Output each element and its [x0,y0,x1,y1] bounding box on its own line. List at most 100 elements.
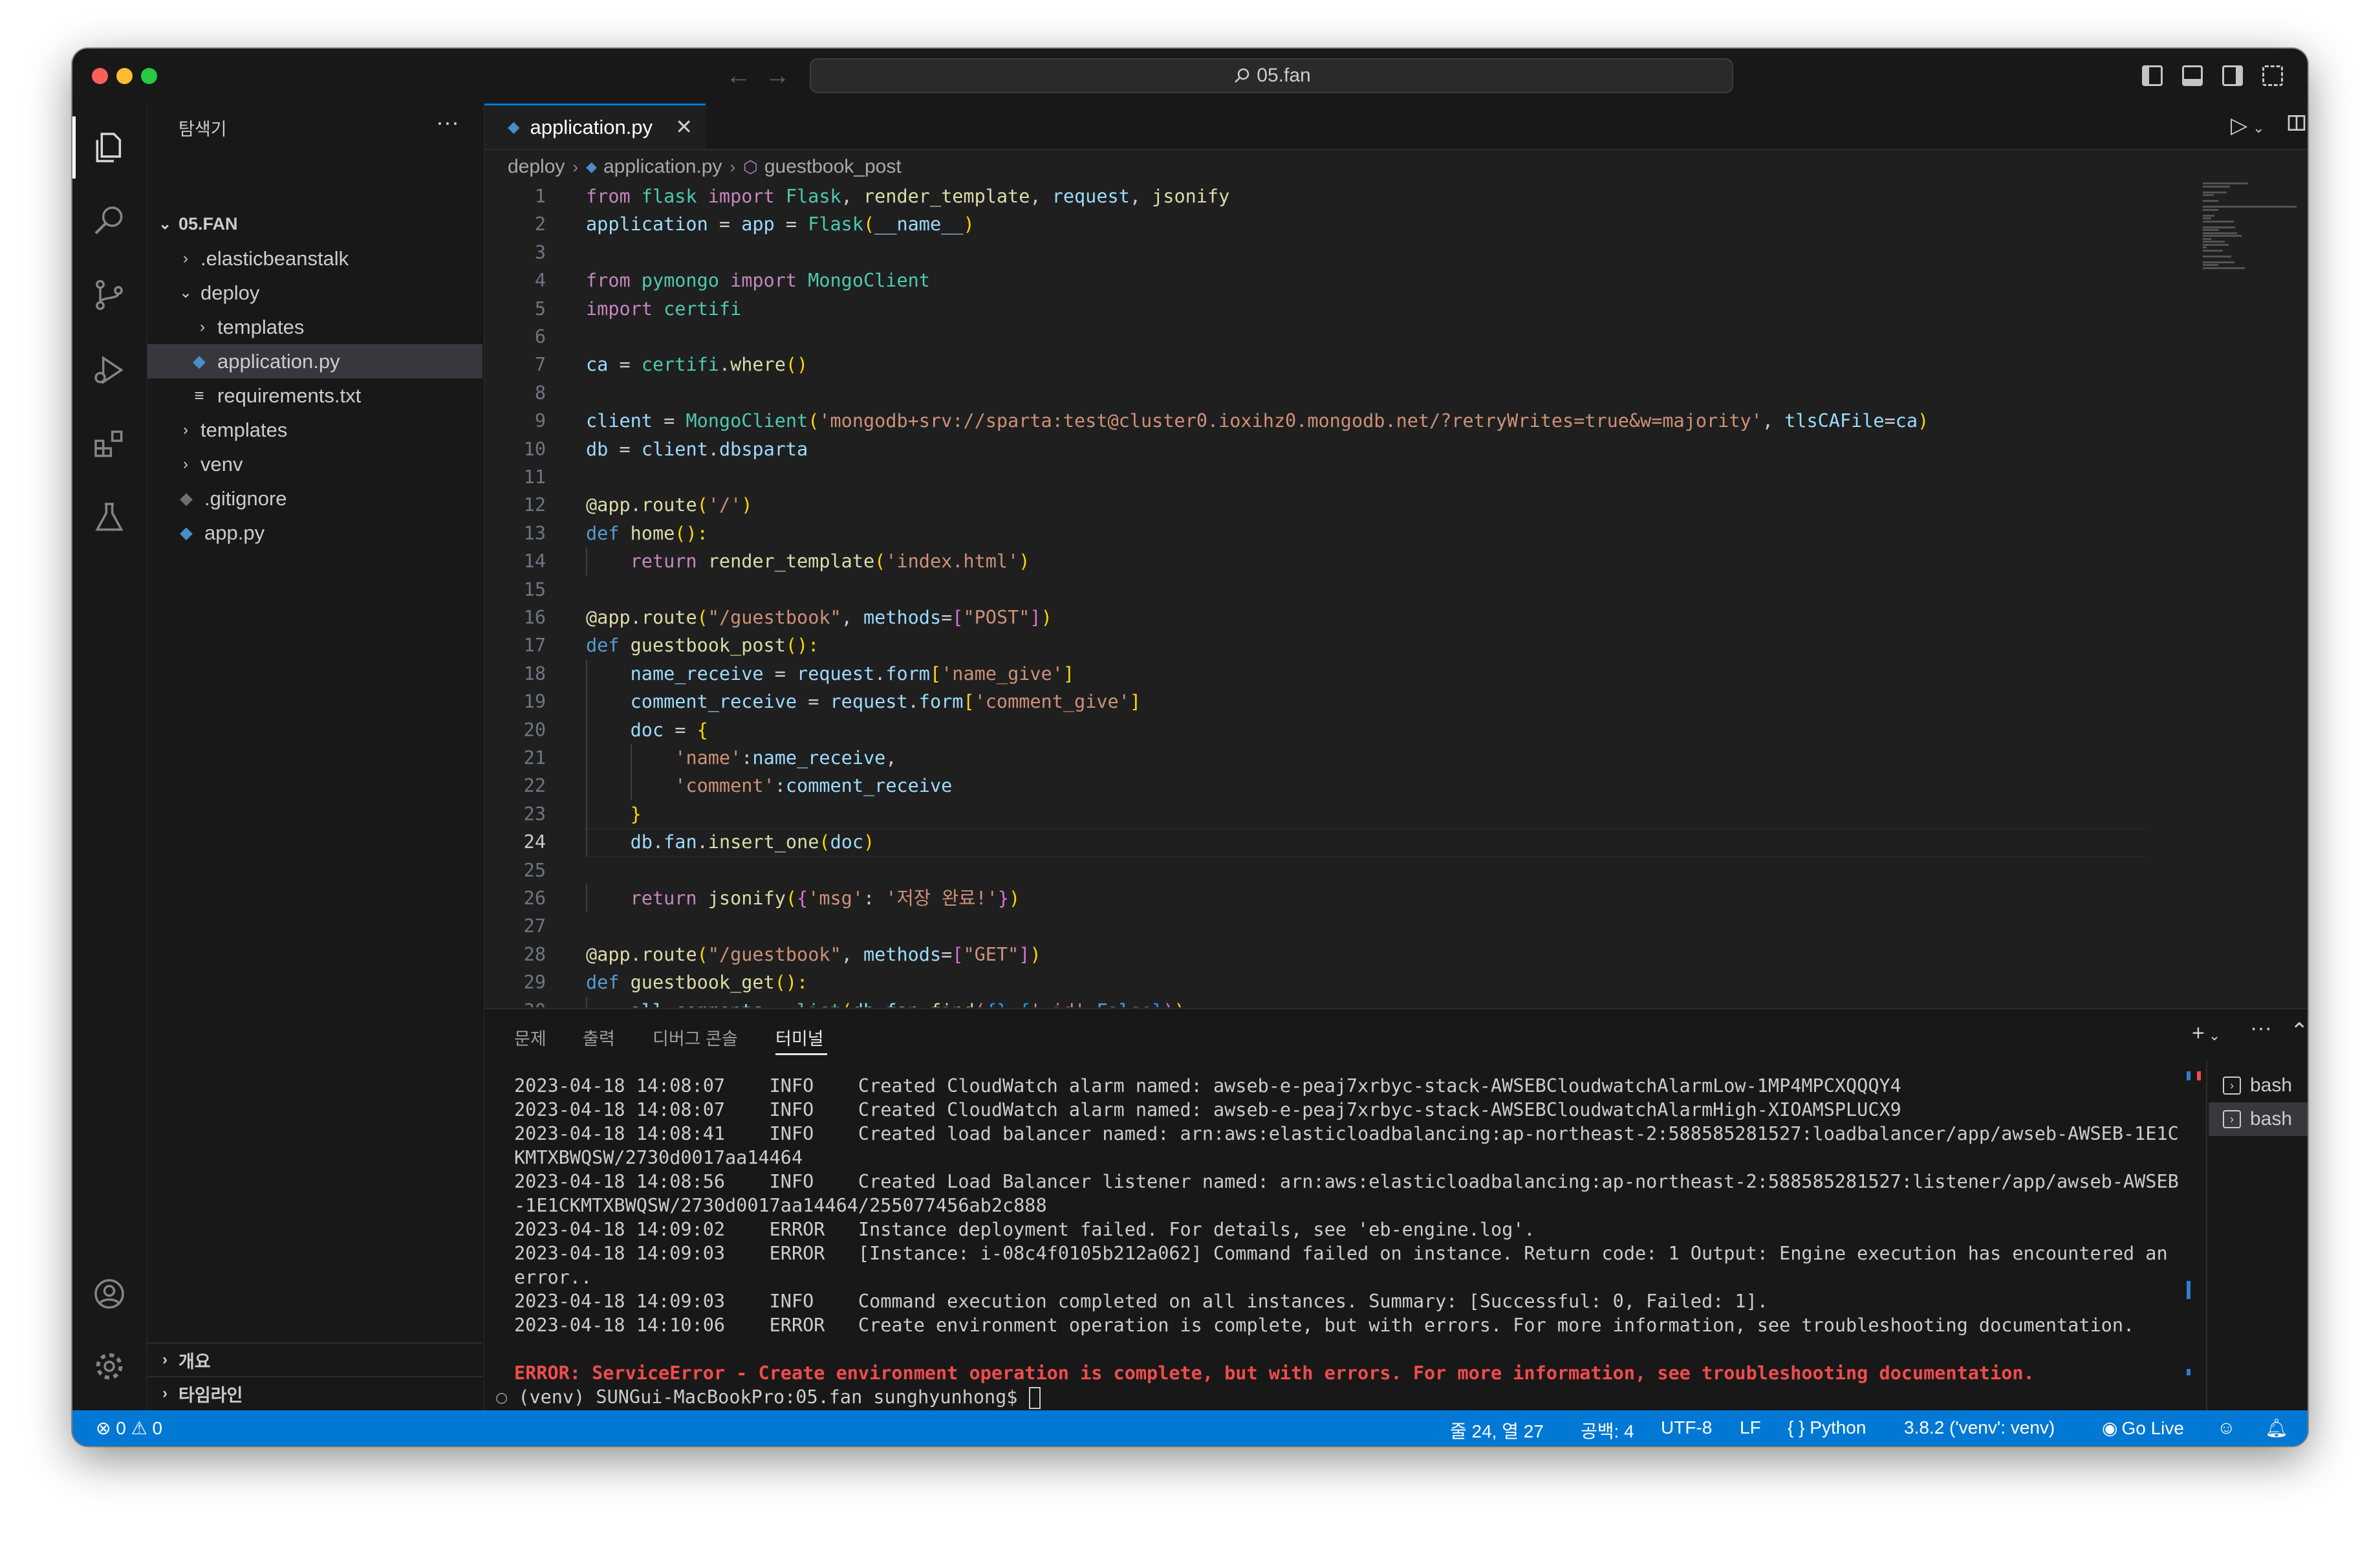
minimap-line [2203,249,2223,252]
tab-debug-console[interactable]: 디버그 콘솔 [653,1025,738,1050]
tree-item-venv[interactable]: › venv [147,447,482,481]
accounts-feedback-icon[interactable]: ☺ [2217,1417,2236,1438]
minimize-window-button[interactable] [116,68,133,84]
run-debug-icon[interactable] [89,349,130,391]
tree-item-deploy-templates[interactable]: › templates [147,310,482,344]
encoding-status[interactable]: UTF-8 [1661,1417,1712,1438]
indentation-status[interactable]: 공백: 4 [1581,1417,1634,1443]
outline-section[interactable]: › 개요 [147,1342,482,1376]
code-line[interactable]: 22 'comment':comment_receive [484,772,2147,800]
code-line[interactable]: 13 def home(): [484,519,2147,547]
tree-item-elasticbeanstalk[interactable]: › .elasticbeanstalk [147,241,482,276]
code-line[interactable]: 21 'name':name_receive, [484,744,2147,772]
explorer-icon[interactable] [89,127,130,168]
breadcrumb-deploy[interactable]: deploy [508,156,565,178]
code-line[interactable]: 15 [484,576,2147,604]
forward-arrow-icon[interactable]: → [764,61,790,91]
code-line[interactable]: 30 all_comments = list(db.fan.find({},{'… [484,996,2147,1007]
tree-item-requirements-txt[interactable]: ≡ requirements.txt [147,378,482,413]
code-line[interactable]: 12 @app.route('/') [484,491,2147,519]
timeline-section[interactable]: › 타임라인 [147,1376,482,1410]
code-line[interactable]: 9 client = MongoClient('mongodb+srv://spa… [484,407,2147,435]
code-line[interactable]: 1 from flask import Flask, render_templat… [484,182,2147,210]
code-line[interactable]: 26 return jsonify({'msg': '저장 완료!'}) [484,884,2147,913]
command-center-search[interactable]: 05.fan [810,58,1733,93]
extensions-icon[interactable] [89,423,130,464]
terminal-bash-1[interactable]: › bash [2209,1069,2308,1102]
toggle-secondary-sidebar-icon[interactable] [2222,65,2243,86]
code-line[interactable]: 8 [484,379,2147,407]
code-line[interactable]: 19 comment_receive = request.form['comme… [484,688,2147,716]
toggle-primary-sidebar-icon[interactable] [2142,65,2163,86]
customize-layout-icon[interactable] [2262,65,2283,86]
code-line[interactable]: 28 @app.route("/guestbook", methods=["GET… [484,941,2147,968]
tab-problems[interactable]: 문제 [514,1025,546,1050]
tree-item-templates[interactable]: › templates [147,413,482,447]
code-line[interactable]: 27 [484,912,2147,940]
code-line[interactable]: 6 [484,323,2147,351]
new-terminal-icon[interactable]: + ⌄ [2192,1021,2220,1046]
code-line[interactable]: 25 [484,857,2147,884]
code-line[interactable]: 17 def guestbook_post(): [484,631,2147,659]
cursor-position-status[interactable]: 줄 24, 열 27 [1450,1417,1544,1443]
eol-status[interactable]: LF [1740,1417,1761,1438]
terminal-output[interactable]: 2023-04-18 14:08:07 INFO Created CloudWa… [496,1074,2179,1410]
code-line[interactable]: 10 db = client.dbsparta [484,435,2147,463]
code-text: all_comments = list(db.fan.find({},{'_id… [586,997,1185,1007]
code-line[interactable]: 2 application = app = Flask(__name__) [484,210,2147,238]
minimap[interactable] [2203,182,2300,279]
code-line[interactable]: 3 [484,239,2147,267]
close-window-button[interactable] [92,68,108,84]
close-tab-icon[interactable]: ✕ [675,115,693,139]
code-line[interactable]: 18 name_receive = request.form['name_giv… [484,659,2147,688]
line-number: 1 [534,186,546,207]
go-live-status[interactable]: ◉ Go Live [2102,1417,2184,1439]
terminal-icon: › [2223,1110,2241,1128]
code-line[interactable]: 29 def guestbook_get(): [484,968,2147,996]
maximize-panel-icon[interactable]: ⌃ [2290,1018,2308,1044]
python-interpreter-status[interactable]: 3.8.2 ('venv': venv) [1904,1417,2055,1438]
code-line[interactable]: 23 } [484,800,2147,829]
tab-terminal[interactable]: 터미널 [775,1025,824,1050]
language-mode-status[interactable]: { } Python [1788,1417,1866,1438]
workspace-root[interactable]: ⌄ 05.FAN [147,207,482,241]
code-editor[interactable]: 1 from flask import Flask, render_templat… [484,182,2147,1007]
code-line[interactable]: 4 from pymongo import MongoClient [484,267,2147,294]
accounts-icon[interactable] [89,1273,130,1315]
minimap-line [2203,226,2236,228]
notifications-bell-icon[interactable]: 🔔︎ [2265,1417,2288,1439]
search-icon[interactable] [89,201,130,242]
code-line[interactable]: 7 ca = certifi.where() [484,351,2147,378]
tab-application-py[interactable]: ◆ application.py ✕ [484,104,706,149]
tree-item-app-py[interactable]: ◆ app.py [147,516,482,550]
code-line[interactable]: 11 [484,463,2147,491]
breadcrumb-symbol[interactable]: guestbook_post [764,156,902,178]
problems-status[interactable]: ⊗ 0 ⚠ 0 [96,1417,162,1439]
tree-item-gitignore[interactable]: ◆ .gitignore [147,481,482,516]
code-text: from flask import Flask, render_template… [586,186,1230,207]
code-line[interactable]: 14 return render_template('index.html') [484,547,2147,576]
split-editor-icon[interactable] [2286,113,2307,139]
more-actions-icon[interactable]: ··· [2250,1016,2272,1041]
line-number: 10 [523,438,546,460]
tree-item-application-py[interactable]: ◆ application.py [147,344,482,378]
back-arrow-icon[interactable]: ← [726,61,752,91]
run-python-file-icon[interactable]: ▷ ⌄ [2231,113,2265,138]
code-line[interactable]: 5 import certifi [484,295,2147,323]
python-icon: ◆ [193,351,206,371]
toggle-panel-icon[interactable] [2182,65,2203,86]
zoom-window-button[interactable] [141,68,157,84]
tree-item-deploy[interactable]: ⌄ deploy [147,276,482,310]
settings-gear-icon[interactable] [89,1346,130,1387]
tab-output[interactable]: 출력 [583,1025,615,1050]
code-line[interactable]: 20 doc = { [484,716,2147,744]
code-line[interactable]: 16 @app.route("/guestbook", methods=["POS… [484,604,2147,631]
source-control-icon[interactable] [89,274,130,316]
more-actions-icon[interactable]: ··· [436,109,459,136]
code-line[interactable]: 24 db.fan.insert_one(doc) [484,828,2147,858]
testing-flask-icon[interactable] [89,497,130,538]
explorer-sidebar: 탐색기 ··· ⌄ 05.FAN › .elasticbeanstalk ⌄ d… [147,104,485,1410]
terminal-bash-2[interactable]: › bash [2209,1102,2308,1136]
minimap-line [2203,220,2234,223]
breadcrumb-file[interactable]: application.py [603,156,722,178]
